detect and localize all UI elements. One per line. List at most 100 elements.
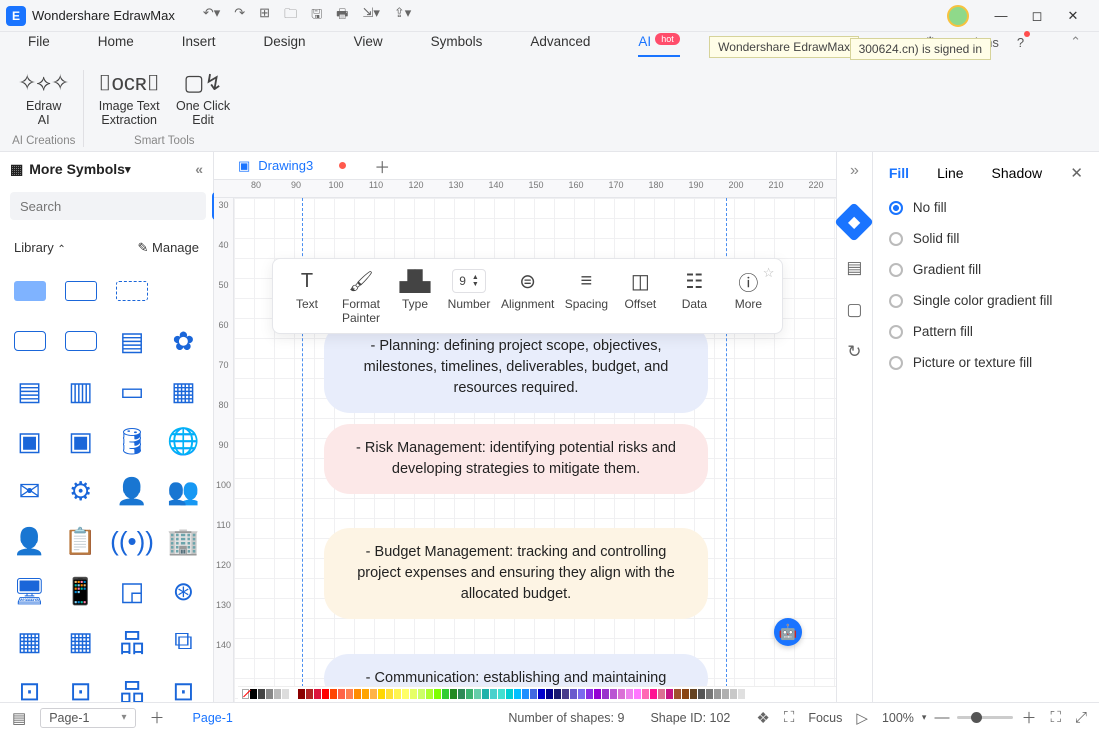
shape-item[interactable]	[8, 320, 51, 362]
shape-item[interactable]: ⊡	[8, 670, 51, 702]
shape-item[interactable]: 👤	[110, 470, 154, 512]
collapse-ribbon-icon[interactable]: ⌃	[1070, 34, 1081, 50]
color-swatch[interactable]	[482, 689, 489, 699]
color-swatch[interactable]	[514, 689, 521, 699]
help-indicator-icon[interactable]: ?	[1017, 35, 1024, 50]
color-swatch[interactable]	[650, 689, 657, 699]
undo-icon[interactable]: ↶▾	[203, 5, 220, 27]
shape-item[interactable]: ⊡	[162, 670, 205, 702]
color-swatch[interactable]	[498, 689, 505, 699]
shape-item[interactable]: ▤	[8, 370, 51, 412]
shape-item[interactable]: ▤	[110, 320, 154, 362]
shape-item[interactable]: 🏢	[162, 520, 205, 562]
panel-tab-fill[interactable]: Fill	[889, 165, 909, 181]
color-swatch[interactable]	[698, 689, 705, 699]
color-swatch[interactable]	[538, 689, 545, 699]
color-swatch[interactable]	[362, 689, 369, 699]
user-avatar[interactable]	[947, 5, 969, 27]
slideshow-icon[interactable]: ▢	[846, 300, 862, 320]
share-icon[interactable]: ⇪▾	[394, 5, 411, 27]
color-swatch[interactable]	[322, 689, 329, 699]
zoom-value[interactable]: 100%	[882, 711, 914, 725]
history-icon[interactable]: ↻	[847, 342, 861, 362]
close-panel-icon[interactable]: ✕	[1070, 164, 1083, 182]
shape-item[interactable]: 📱	[59, 570, 102, 612]
print-icon[interactable]: 🖶	[336, 5, 348, 27]
tab-symbols[interactable]: Symbols	[431, 34, 483, 55]
zoom-slider[interactable]	[957, 716, 1013, 719]
color-swatch[interactable]	[626, 689, 633, 699]
color-swatch[interactable]	[258, 689, 265, 699]
color-swatch[interactable]	[714, 689, 721, 699]
shape-item[interactable]: 👥	[162, 470, 205, 512]
color-swatch[interactable]	[458, 689, 465, 699]
color-swatch[interactable]	[554, 689, 561, 699]
fit-page-icon[interactable]: ⛶	[1050, 709, 1061, 726]
one-click-edit-button[interactable]: ▢↯ One Click Edit	[168, 66, 238, 131]
zoom-out-icon[interactable]: —	[934, 709, 949, 726]
color-swatch[interactable]	[298, 689, 305, 699]
color-swatch[interactable]	[618, 689, 625, 699]
no-color-icon[interactable]	[242, 689, 249, 699]
color-swatch[interactable]	[730, 689, 737, 699]
color-swatch[interactable]	[466, 689, 473, 699]
manage-libraries[interactable]: ✎ Manage	[138, 240, 200, 256]
data-button[interactable]: ☷Data	[672, 269, 716, 325]
shape-item[interactable]: ▣	[8, 420, 51, 462]
shape-item[interactable]: ⧉	[162, 620, 205, 662]
color-swatch[interactable]	[570, 689, 577, 699]
shape-bubble[interactable]: - Risk Management: identifying potential…	[324, 424, 708, 494]
color-palette-strip[interactable]	[238, 686, 836, 702]
color-swatch[interactable]	[738, 689, 745, 699]
fill-option-single-gradient[interactable]: Single color gradient fill	[889, 293, 1083, 308]
panel-tab-line[interactable]: Line	[937, 165, 963, 181]
layers-icon[interactable]: ❖	[756, 709, 769, 727]
color-swatch[interactable]	[578, 689, 585, 699]
shape-item[interactable]: ▣	[59, 420, 102, 462]
color-swatch[interactable]	[410, 689, 417, 699]
collapse-sidebar-icon[interactable]: «	[195, 161, 203, 177]
panel-tab-shadow[interactable]: Shadow	[992, 165, 1043, 181]
alignment-button[interactable]: ⊜Alignment	[501, 269, 554, 325]
shape-item[interactable]	[8, 270, 51, 312]
color-swatch[interactable]	[610, 689, 617, 699]
color-swatch[interactable]	[354, 689, 361, 699]
fullscreen-icon[interactable]: ⤢	[1075, 709, 1087, 726]
fill-option-none[interactable]: No fill	[889, 200, 1083, 215]
shape-item[interactable]: 🖥	[8, 570, 51, 612]
canvas[interactable]: 30405060708090100110120130140 TText 🖌For…	[214, 198, 836, 702]
shape-item[interactable]: ⊡	[59, 670, 102, 702]
color-swatch[interactable]	[722, 689, 729, 699]
add-page-button[interactable]: ＋	[150, 707, 165, 728]
color-swatch[interactable]	[522, 689, 529, 699]
color-swatch[interactable]	[266, 689, 273, 699]
tab-advanced[interactable]: Advanced	[530, 34, 590, 55]
shape-item[interactable]: 🛢	[110, 420, 154, 462]
presentation-icon[interactable]: ▷	[856, 709, 868, 727]
color-swatch[interactable]	[658, 689, 665, 699]
focus-mode-icon[interactable]: ⛶	[784, 709, 795, 726]
new-tab-button[interactable]: ＋	[374, 154, 390, 178]
color-swatch[interactable]	[418, 689, 425, 699]
color-swatch[interactable]	[306, 689, 313, 699]
color-swatch[interactable]	[346, 689, 353, 699]
shape-item[interactable]: ▥	[59, 370, 102, 412]
tab-design[interactable]: Design	[264, 34, 306, 55]
shape-item[interactable]: ⚙	[59, 470, 102, 512]
color-swatch[interactable]	[378, 689, 385, 699]
page-list-icon[interactable]: ▤	[12, 709, 26, 727]
tab-ai[interactable]: AIhot	[638, 34, 679, 57]
active-page-name[interactable]: Page-1	[193, 711, 233, 725]
color-swatch[interactable]	[338, 689, 345, 699]
export-icon[interactable]: ⇲▾	[362, 5, 379, 27]
tab-view[interactable]: View	[354, 34, 383, 55]
shape-item[interactable]: 📋	[59, 520, 102, 562]
fill-option-picture[interactable]: Picture or texture fill	[889, 355, 1083, 370]
page-selector[interactable]: Page-1▾	[40, 708, 135, 728]
save-icon[interactable]: 🖫	[311, 5, 322, 27]
pin-toolbar-icon[interactable]: ☆	[763, 265, 775, 281]
fill-option-solid[interactable]: Solid fill	[889, 231, 1083, 246]
color-swatch[interactable]	[314, 689, 321, 699]
open-icon[interactable]: 🗀	[284, 5, 297, 27]
shape-item[interactable]: ((•))	[110, 520, 154, 562]
